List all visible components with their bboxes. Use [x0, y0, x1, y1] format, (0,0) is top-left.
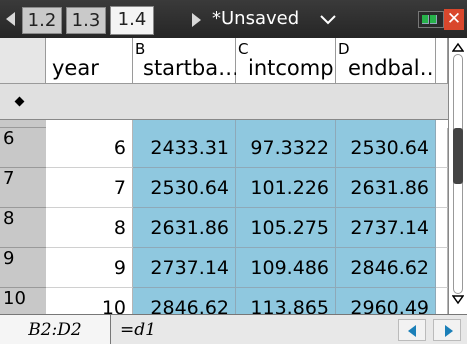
- column-header-c[interactable]: C intcomp: [236, 38, 336, 84]
- next-button[interactable]: [433, 319, 461, 341]
- arrow-left-icon: [408, 325, 416, 337]
- battery-icon: [418, 11, 444, 28]
- tab-1-4[interactable]: 1.4: [110, 6, 154, 35]
- chevron-down-icon[interactable]: [320, 15, 336, 25]
- scroll-down-icon[interactable]: [452, 295, 464, 305]
- cell[interactable]: 2339.72: [133, 120, 236, 128]
- cell[interactable]: [436, 208, 448, 248]
- cell[interactable]: 2631.86: [133, 208, 236, 248]
- top-bar: 1.2 1.3 1.4 *Unsaved ✕: [0, 0, 467, 38]
- scroll-up-icon[interactable]: [452, 42, 464, 52]
- column-letter: C: [238, 40, 249, 58]
- column-name: endbal…: [348, 56, 441, 80]
- column-name: year: [52, 56, 99, 80]
- row-number-label: 8: [3, 208, 15, 229]
- vertical-scrollbar[interactable]: [448, 38, 467, 314]
- row-number[interactable]: 6: [0, 128, 46, 168]
- cell[interactable]: 2530.64: [336, 128, 436, 168]
- document-title[interactable]: *Unsaved: [212, 8, 299, 29]
- row-number-label: 9: [3, 248, 15, 269]
- cell[interactable]: 2737.14: [336, 208, 436, 248]
- spreadsheet[interactable]: year B startba… C intcomp D endbal… 5 5 …: [0, 38, 467, 328]
- arrow-right-icon: [445, 325, 453, 337]
- cell-reference[interactable]: B2:D2: [0, 315, 111, 344]
- chevron-left-icon[interactable]: [6, 12, 15, 26]
- cell[interactable]: 6: [46, 128, 133, 168]
- row-number[interactable]: 8: [0, 208, 46, 248]
- scroll-thumb[interactable]: [453, 128, 463, 184]
- row-number-label: 7: [3, 168, 15, 189]
- cell-formula[interactable]: =d1: [120, 315, 156, 344]
- previous-button[interactable]: [398, 319, 426, 341]
- column-header-b[interactable]: B startba…: [133, 38, 240, 84]
- formula-row[interactable]: [0, 84, 448, 120]
- cell[interactable]: 101.226: [236, 168, 336, 208]
- cell[interactable]: [436, 128, 448, 168]
- column-header-e[interactable]: [436, 38, 448, 84]
- cell[interactable]: 93.5887: [236, 120, 336, 128]
- diamond-icon: [14, 96, 25, 107]
- tab-1-2[interactable]: 1.2: [22, 7, 62, 34]
- column-name: intcomp: [248, 56, 334, 80]
- row-number: 5: [0, 120, 46, 128]
- cell[interactable]: [436, 248, 448, 288]
- row-number[interactable]: 9: [0, 248, 46, 288]
- close-icon[interactable]: ✕: [444, 9, 464, 30]
- cell[interactable]: 2737.14: [133, 248, 236, 288]
- cell[interactable]: 2530.64: [133, 168, 236, 208]
- chevron-right-icon[interactable]: [192, 13, 201, 27]
- row-number-label: 6: [3, 128, 15, 149]
- cell[interactable]: 109.486: [236, 248, 336, 288]
- row-number[interactable]: 7: [0, 168, 46, 208]
- column-header-a[interactable]: year: [46, 38, 133, 84]
- tab-1-3[interactable]: 1.3: [66, 7, 106, 34]
- cell[interactable]: 5: [46, 120, 133, 128]
- cell[interactable]: 9: [46, 248, 133, 288]
- cell[interactable]: 2631.86: [336, 168, 436, 208]
- cell[interactable]: 8: [46, 208, 133, 248]
- cell[interactable]: 105.275: [236, 208, 336, 248]
- partial-row: 5 5 2339.72 93.5887 2433.31: [0, 120, 448, 128]
- cell[interactable]: [436, 168, 448, 208]
- cell[interactable]: 2433.31: [336, 120, 436, 128]
- row-number-label: 10: [3, 288, 26, 309]
- cell[interactable]: 2433.31: [133, 128, 236, 168]
- corner-cell[interactable]: [0, 38, 46, 84]
- status-bar: B2:D2 =d1: [0, 314, 467, 344]
- cell[interactable]: 97.3322: [236, 128, 336, 168]
- cell[interactable]: 7: [46, 168, 133, 208]
- column-name: startba…: [143, 56, 240, 80]
- column-header-d[interactable]: D endbal…: [336, 38, 441, 84]
- cell[interactable]: 2846.62: [336, 248, 436, 288]
